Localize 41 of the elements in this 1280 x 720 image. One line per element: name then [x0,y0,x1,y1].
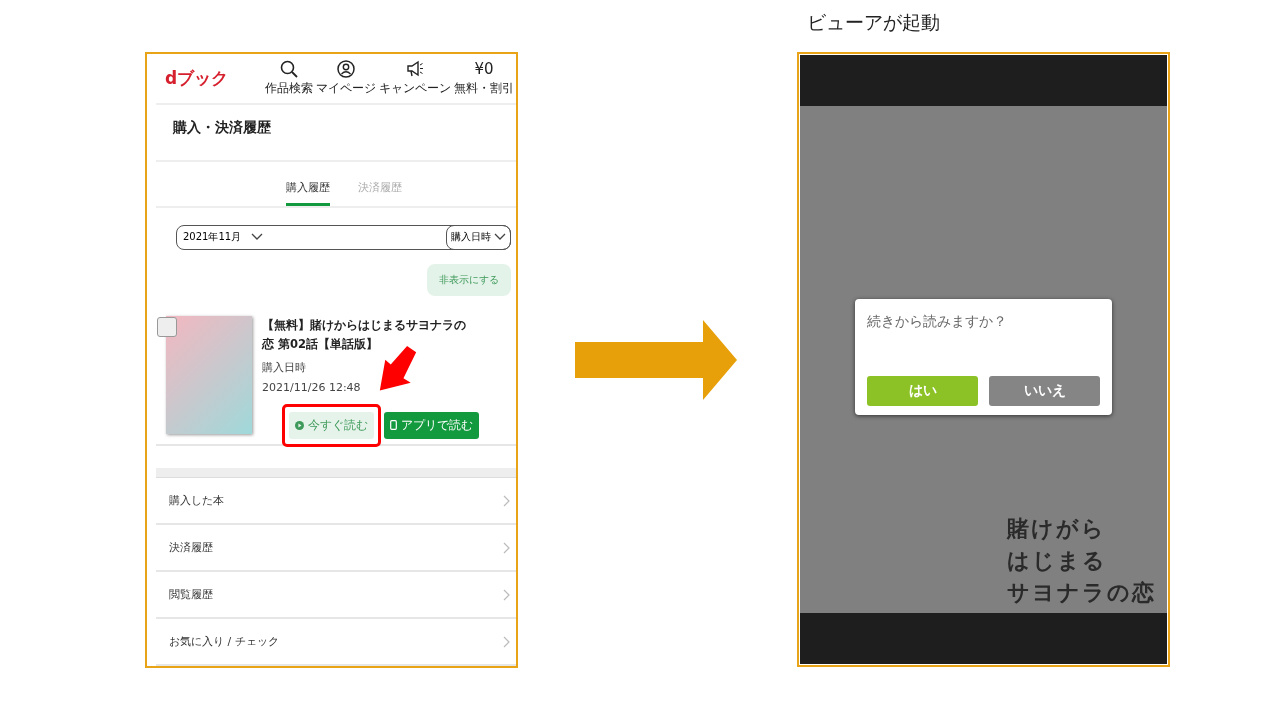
comic-title-text: はじまる [1007,549,1108,573]
menu-item[interactable]: 決済履歴 [156,525,516,572]
book-title: 【無料】賭けからはじまるサヨナラの恋 第02話【単話版】 [262,316,467,353]
nav-label: 作品検索 [265,79,313,97]
person-icon [337,59,355,78]
pointer-arrow [378,345,418,392]
menu-item[interactable]: 購入した本 [156,478,516,525]
nav-label: マイページ [316,79,376,97]
checkbox[interactable] [157,316,177,337]
chevron-right-icon [503,635,510,648]
dialog-message: 続きから読みますか？ [867,313,1008,331]
comic-title-text: 賭けがら [1007,517,1107,541]
comic-title-text: サヨナラの恋 [1007,581,1157,605]
chevron-down-icon [251,233,264,242]
nav-label: 無料・割引 [454,79,514,97]
chevron-right-icon [503,588,510,601]
nav-item[interactable]: 作品検索 [265,59,313,97]
nav-label: キャンペーン [379,79,451,97]
month-dropdown[interactable]: 2021年11月 [177,226,270,249]
chevron-right-icon [503,494,510,507]
phone-icon [390,420,397,431]
menu-item[interactable]: お気に入り / チェック [156,619,516,666]
search-icon [280,59,298,78]
dialog-button[interactable]: いいえ [989,376,1100,406]
menu-item[interactable]: 閲覧履歴 [156,572,516,619]
sort-dropdown[interactable]: 購入日時 [446,225,511,250]
chevron-right-icon [503,541,510,554]
store-logo: dブック [165,66,229,90]
megaphone-icon [406,59,424,78]
yen-symbol: ¥0 [474,59,494,78]
tab[interactable]: 購入履歴 [286,180,330,207]
slide-caption: ビューアが起動 [806,10,941,35]
read-in-app-button[interactable]: アプリで読む [384,411,479,439]
nav-item[interactable]: ¥0 無料・割引 [454,59,514,97]
purchase-date: 2021/11/26 12:48 [262,380,362,394]
chevron-down-icon [494,233,506,242]
purchase-date-label: 購入日時 [262,359,307,375]
nav-item[interactable]: マイページ [316,59,376,97]
play-icon [295,420,304,430]
page-title: 購入・決済履歴 [173,118,271,135]
nav-item[interactable]: キャンペーン [379,59,451,97]
